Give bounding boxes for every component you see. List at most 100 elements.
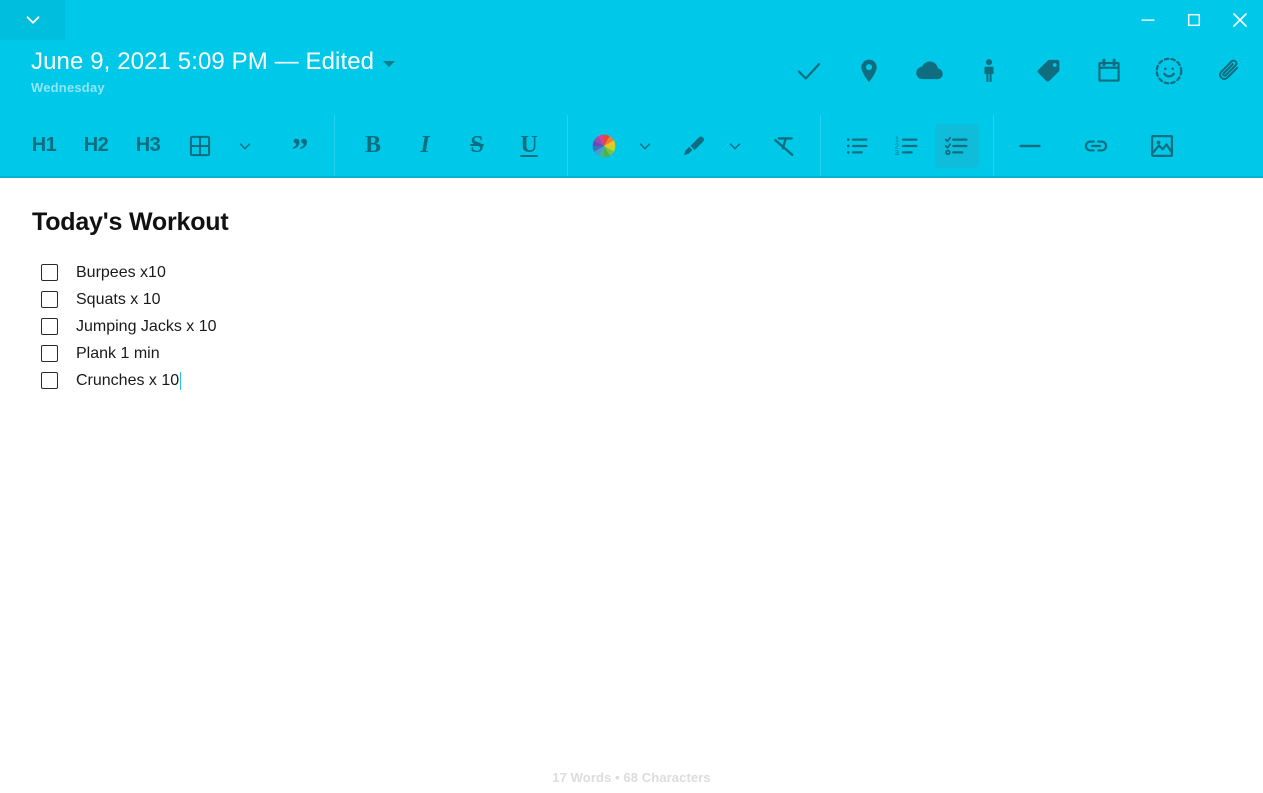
checkbox[interactable] (41, 318, 58, 335)
text-color-button[interactable] (582, 124, 626, 168)
underline-label: U (520, 132, 538, 158)
italic-button[interactable]: I (403, 124, 447, 168)
toolbar-group-character-styles: B I S U (335, 115, 567, 176)
location-button[interactable] (849, 50, 889, 92)
sticker-button[interactable] (1149, 50, 1189, 92)
highlight-options-button[interactable] (720, 124, 750, 168)
toolbar-group-block-styles: H1 H2 H3 ” (0, 115, 334, 176)
chevron-down-icon (236, 137, 254, 155)
italic-label: I (420, 132, 430, 158)
checkbox[interactable] (41, 291, 58, 308)
color-wheel-icon (590, 132, 618, 160)
checkbox[interactable] (41, 345, 58, 362)
close-icon (1228, 8, 1252, 32)
collapse-panel-button[interactable] (0, 0, 65, 40)
table-button[interactable] (178, 124, 222, 168)
clear-formatting-button[interactable] (762, 124, 806, 168)
sync-button[interactable] (909, 50, 949, 92)
numbered-list-button[interactable]: 123 (885, 124, 929, 168)
checklist-item-label: Crunches x 10 (76, 371, 180, 389)
check-icon (794, 56, 824, 86)
checklist-icon (943, 132, 971, 160)
page-title: June 9, 2021 5:09 PM — Edited (31, 48, 375, 75)
checkbox[interactable] (41, 264, 58, 281)
checklist-item-label: Squats x 10 (76, 290, 161, 308)
note-action-bar (789, 50, 1249, 92)
list-item[interactable]: Plank 1 min (32, 340, 1231, 367)
close-button[interactable] (1217, 0, 1263, 40)
heading-1-label: H1 (31, 134, 57, 156)
cloud-icon (913, 55, 945, 87)
image-button[interactable] (1140, 124, 1184, 168)
bulleted-list-button[interactable] (835, 124, 879, 168)
checklist-button[interactable] (935, 123, 979, 168)
note-weekday: Wednesday (31, 80, 105, 95)
strikethrough-label: S (470, 132, 484, 158)
table-options-button[interactable] (230, 124, 260, 168)
chevron-down-icon (636, 137, 654, 155)
list-item[interactable]: Crunches x 10 (32, 367, 1231, 394)
checklist-item-label: Burpees x10 (76, 263, 166, 281)
attach-button[interactable] (1209, 50, 1249, 92)
heading-3-button[interactable]: H3 (126, 124, 170, 168)
minimize-button[interactable] (1125, 0, 1171, 40)
maximize-button[interactable] (1171, 0, 1217, 40)
list-item[interactable]: Burpees x10 (32, 259, 1231, 286)
bold-label: B (364, 132, 381, 158)
chevron-down-icon (22, 9, 44, 31)
image-icon (1148, 132, 1176, 160)
note-metadata: June 9, 2021 5:09 PM — Edited Wednesday (31, 48, 396, 95)
bulleted-list-icon (843, 132, 871, 160)
location-pin-icon (855, 57, 883, 85)
caret-down-icon (383, 61, 396, 67)
calendar-icon (1095, 57, 1123, 85)
link-icon (1082, 132, 1110, 160)
heading-2-button[interactable]: H2 (74, 124, 118, 168)
note-title-dropdown[interactable]: June 9, 2021 5:09 PM — Edited (31, 48, 396, 76)
text-cursor (180, 371, 182, 390)
horizontal-rule-button[interactable] (1008, 124, 1052, 168)
minimize-icon (1137, 9, 1159, 31)
checklist: Burpees x10 Squats x 10 Jumping Jacks x … (32, 259, 1231, 394)
numbered-list-icon: 123 (893, 132, 921, 160)
smiley-icon (1153, 55, 1185, 87)
horizontal-rule-icon (1016, 132, 1044, 160)
list-item[interactable]: Squats x 10 (32, 286, 1231, 313)
link-button[interactable] (1074, 124, 1118, 168)
note-editor[interactable]: Today's Workout Burpees x10 Squats x 10 … (0, 178, 1263, 793)
toolbar-group-insert (994, 115, 1198, 176)
tag-button[interactable] (1029, 50, 1069, 92)
title-bar: June 9, 2021 5:09 PM — Edited Wednesday (0, 0, 1263, 115)
checklist-item-label: Plank 1 min (76, 344, 160, 362)
check-button[interactable] (789, 50, 829, 92)
svg-text:3: 3 (895, 147, 899, 156)
person-icon (975, 57, 1003, 85)
chevron-down-icon (726, 137, 744, 155)
format-toolbar: H1 H2 H3 ” B I S U 1 2 3 (0, 115, 1263, 178)
calendar-button[interactable] (1089, 50, 1129, 92)
clear-formatting-icon (770, 132, 798, 160)
person-button[interactable] (969, 50, 1009, 92)
tag-icon (1034, 56, 1064, 86)
table-grid-icon (187, 133, 213, 159)
toolbar-group-color-styles (568, 115, 820, 176)
checklist-item-label: Jumping Jacks x 10 (76, 317, 217, 335)
highlight-button[interactable] (672, 124, 716, 168)
document-heading: Today's Workout (32, 208, 229, 236)
maximize-icon (1183, 9, 1205, 31)
highlighter-icon (680, 132, 708, 160)
heading-2-label: H2 (83, 134, 109, 156)
underline-button[interactable]: U (507, 124, 551, 168)
toolbar-group-lists: 123 (821, 115, 993, 176)
heading-3-label: H3 (135, 134, 161, 156)
text-color-options-button[interactable] (630, 124, 660, 168)
word-count-status: 17 Words • 68 Characters (552, 770, 711, 785)
blockquote-button[interactable]: ” (278, 124, 322, 168)
strikethrough-button[interactable]: S (455, 124, 499, 168)
bold-button[interactable]: B (351, 124, 395, 168)
paperclip-icon (1214, 56, 1244, 86)
checkbox[interactable] (41, 372, 58, 389)
heading-1-button[interactable]: H1 (22, 124, 66, 168)
list-item[interactable]: Jumping Jacks x 10 (32, 313, 1231, 340)
window-controls (1125, 0, 1263, 40)
